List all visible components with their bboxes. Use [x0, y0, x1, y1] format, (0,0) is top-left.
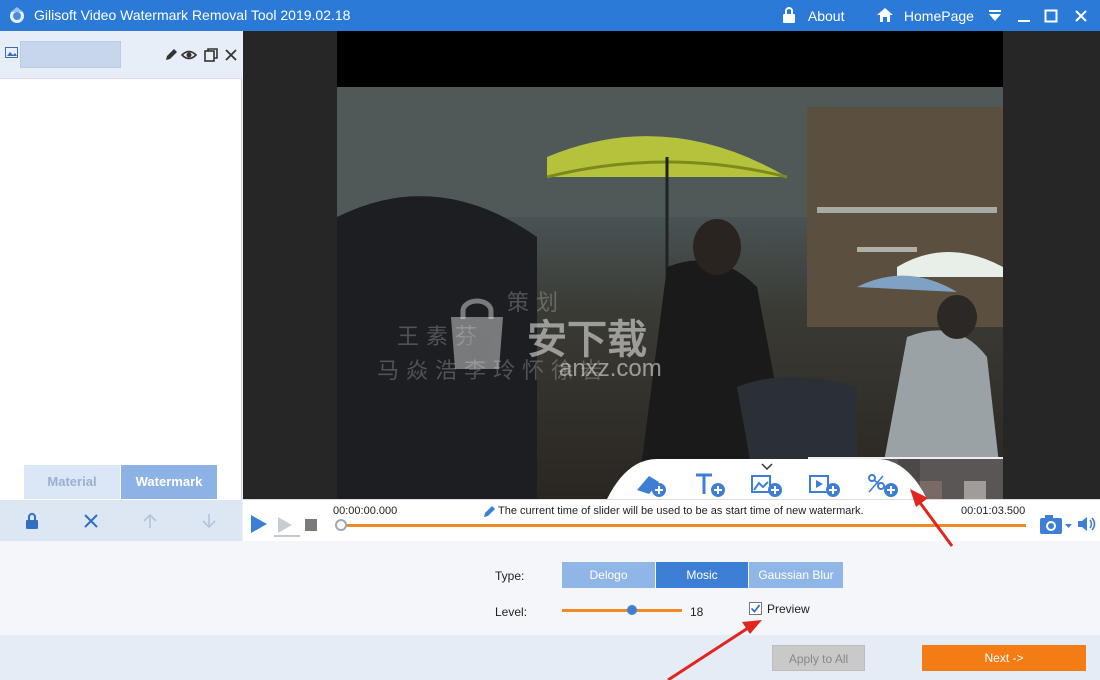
annotation-arrows: [667, 489, 954, 680]
